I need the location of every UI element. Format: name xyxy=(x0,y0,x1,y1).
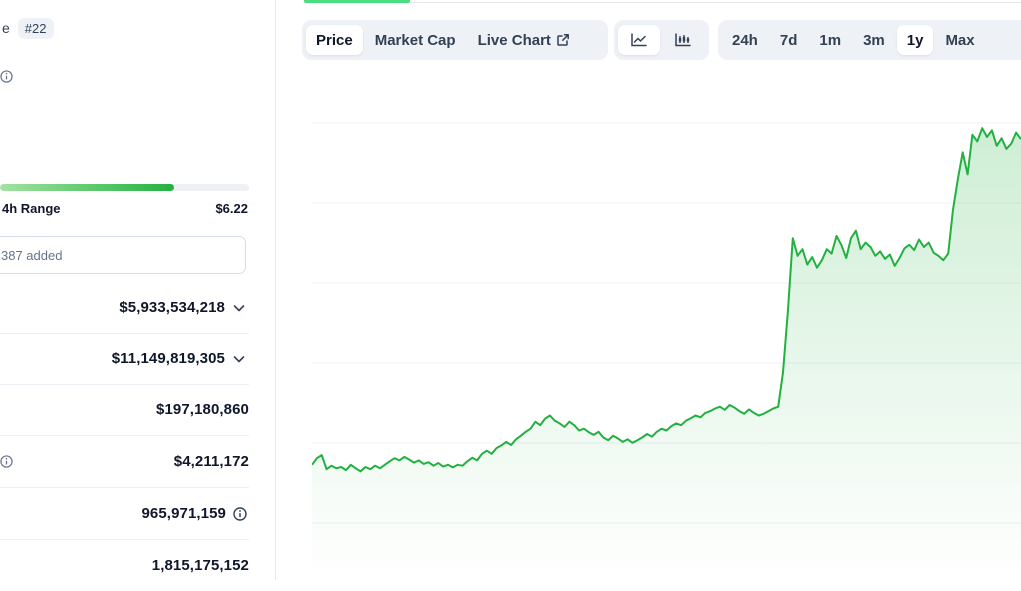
info-icon[interactable] xyxy=(0,70,13,88)
info-icon[interactable] xyxy=(233,506,247,521)
line-chart-button[interactable] xyxy=(618,25,660,55)
rank-label: e xyxy=(2,20,10,36)
tab-label: 24h xyxy=(732,31,758,49)
tab-label: 3m xyxy=(863,31,885,49)
tab-label: Price xyxy=(316,31,353,49)
tab-range-7d[interactable]: 7d xyxy=(770,25,808,55)
chevron-down-icon[interactable] xyxy=(232,352,246,366)
rank-row: e #22 xyxy=(0,16,54,40)
tab-label: Max xyxy=(945,31,975,49)
external-link-icon xyxy=(557,34,569,46)
tab-range-max[interactable]: Max xyxy=(935,25,984,55)
price-range-high: $6.22 xyxy=(215,201,248,216)
tab-price[interactable]: Price xyxy=(306,25,363,55)
tab-range-3m[interactable]: 3m xyxy=(853,25,895,55)
tab-range-1y[interactable]: 1y xyxy=(896,25,934,55)
price-area xyxy=(312,128,1021,580)
stat-value: $11,149,819,305 xyxy=(111,350,225,367)
chart-view-tabs: Price Market Cap Live Chart xyxy=(302,20,608,60)
stat-row-fdv[interactable]: $11,149,819,305 xyxy=(0,333,249,385)
chart-type-tabs xyxy=(614,20,709,60)
stat-value: 965,971,159 xyxy=(141,505,226,522)
active-section-underline xyxy=(304,0,410,3)
tab-label: 7d xyxy=(779,31,798,49)
chevron-down-icon[interactable] xyxy=(232,301,246,315)
tab-label: 1m xyxy=(819,31,842,49)
section-tabs-divider xyxy=(410,2,1021,3)
stat-value: 1,815,175,152 xyxy=(151,557,249,574)
tab-label: Live Chart xyxy=(477,31,551,49)
tab-market-cap[interactable]: Market Cap xyxy=(365,25,466,55)
tab-live-chart[interactable]: Live Chart xyxy=(468,25,580,55)
info-icon[interactable] xyxy=(0,455,13,468)
price-chart-svg[interactable] xyxy=(311,60,1021,580)
stat-row-market-cap[interactable]: $5,933,534,218 xyxy=(0,282,249,334)
tab-label: Market Cap xyxy=(374,31,456,49)
price-range-fill xyxy=(0,184,175,191)
stat-row-value-4: $4,211,172 xyxy=(0,436,249,488)
stat-value: $4,211,172 xyxy=(173,453,249,470)
portfolio-added-text: 387 added xyxy=(1,247,63,263)
stat-row-volume: $197,180,860 xyxy=(0,384,249,436)
tab-range-24h[interactable]: 24h xyxy=(722,25,768,55)
time-range-tabs: 24h 7d 1m 3m 1y Max xyxy=(718,20,1021,60)
portfolio-added-button[interactable]: 387 added xyxy=(0,236,246,274)
stat-value: $197,180,860 xyxy=(156,401,249,418)
stat-row-total-supply: 1,815,175,152 xyxy=(0,540,249,591)
panel-divider xyxy=(275,0,276,580)
candlestick-chart-icon xyxy=(675,33,691,47)
candlestick-chart-button[interactable] xyxy=(662,25,704,55)
line-chart-icon xyxy=(631,33,647,47)
price-range-label: 4h Range xyxy=(2,201,61,216)
rank-badge: #22 xyxy=(17,17,54,39)
tab-label: 1y xyxy=(906,31,924,49)
coin-stats-panel: e #22 4h Range $6.22 387 added $5,933,53… xyxy=(0,0,276,580)
price-chart[interactable] xyxy=(311,60,1021,580)
tab-range-1m[interactable]: 1m xyxy=(809,25,851,55)
price-range-bar xyxy=(0,184,249,191)
stat-row-supply: 965,971,159 xyxy=(0,488,249,540)
stat-value: $5,933,534,218 xyxy=(119,299,225,316)
